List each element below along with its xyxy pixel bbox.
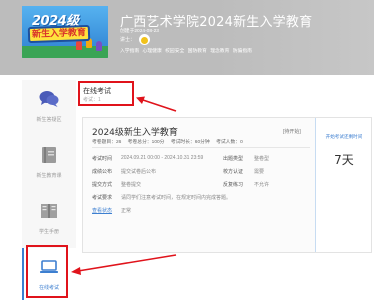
- course-header: 2024级 新生入学教育 广西艺术学院2024新生入学教育 创建于2024-08…: [0, 0, 374, 75]
- sidebar-item-label: 新生答疑区: [36, 117, 62, 123]
- course-tag: 防骗指南: [232, 49, 252, 54]
- info-label: 考试要求: [92, 195, 113, 201]
- sidebar-item-qa[interactable]: 新生答疑区: [22, 80, 76, 132]
- sidebar-item-label: 学生手册: [38, 229, 59, 235]
- cover-banner: 新生入学教育: [27, 24, 91, 44]
- annotation-box-section-title: [78, 81, 134, 106]
- course-tag: 理念教育: [210, 49, 230, 54]
- exam-meta-item: 考卷题目：26: [92, 140, 122, 145]
- info-label: 考试时间: [92, 156, 113, 162]
- annotation-box-sidebar-exam: [26, 245, 68, 298]
- exam-meta-item: 考试人数：0: [216, 140, 243, 145]
- book-icon: [42, 147, 56, 163]
- teacher-label: 讲士：: [120, 36, 136, 43]
- info-value: 提交试卷后公布: [121, 169, 157, 175]
- info-value: 请同学们注意考试时间，在规定时间内完成答题。: [121, 195, 232, 201]
- countdown-value: 7天: [334, 153, 354, 167]
- course-tag: 国防教育: [187, 49, 207, 54]
- annotation-arrow-sidebar: [71, 254, 177, 275]
- info-label: 校方认证: [223, 169, 244, 175]
- view-status-link[interactable]: 查看状态: [92, 207, 112, 214]
- exam-card[interactable]: 2024级新生入学教育 [待开始] 考卷题目：26 考卷总分：100分 考试时长…: [82, 117, 372, 253]
- info-label: 出题类型: [223, 156, 244, 162]
- exam-countdown-panel: 开始考试还剩时间 7天: [315, 118, 371, 252]
- exam-status-badge: [待开始]: [283, 129, 301, 135]
- exam-name: 2024级新生入学教育: [92, 128, 178, 138]
- teacher-avatar[interactable]: [139, 33, 151, 45]
- handbook-icon: [41, 204, 57, 218]
- countdown-label: 开始考试还剩时间: [325, 134, 363, 139]
- info-label: 提交方式: [92, 182, 113, 188]
- cover-figure: [76, 40, 82, 50]
- exam-meta-item: 考试时长：60分钟: [170, 140, 210, 145]
- sidebar-item-handbook[interactable]: 学生手册: [22, 192, 76, 244]
- chat-bubbles-icon: [39, 91, 59, 107]
- info-value: 需要: [254, 169, 265, 175]
- status-value: 正常: [121, 208, 132, 214]
- cover-figure: [96, 41, 102, 51]
- divider: [92, 147, 310, 148]
- course-tag: 校园安全: [165, 49, 185, 54]
- info-label: 反复练习: [223, 182, 244, 188]
- sidebar-item-course[interactable]: 新生教育课: [22, 136, 76, 188]
- info-value: 不允许: [254, 182, 270, 188]
- info-value: 整卷提交: [121, 182, 142, 188]
- annotation-arrow-title: [136, 96, 177, 112]
- exam-meta-item: 考卷总分：100分: [127, 140, 165, 145]
- teacher-row: 讲士：: [120, 33, 151, 45]
- active-indicator: [22, 248, 24, 300]
- exam-meta: 考卷题目：26 考卷总分：100分 考试时长：60分钟 考试人数：0: [92, 138, 248, 145]
- info-value: 2024.09.21 00:00 - 2024.10.31 23:59: [121, 155, 204, 161]
- exam-details: 2024级新生入学教育 [待开始] 考卷题目：26 考卷总分：100分 考试时长…: [83, 118, 315, 252]
- course-tag: 入学指南: [120, 49, 140, 54]
- course-tags: 入学指南 心理健康 校园安全 国防教育 理念教育 防骗指南: [120, 47, 254, 54]
- course-tag: 心理健康: [142, 49, 162, 54]
- info-value: 整卷型: [254, 156, 270, 162]
- course-cover-image: 2024级 新生入学教育: [22, 6, 108, 58]
- info-label: 成绩公布: [92, 169, 113, 175]
- sidebar-item-label: 新生教育课: [36, 173, 62, 179]
